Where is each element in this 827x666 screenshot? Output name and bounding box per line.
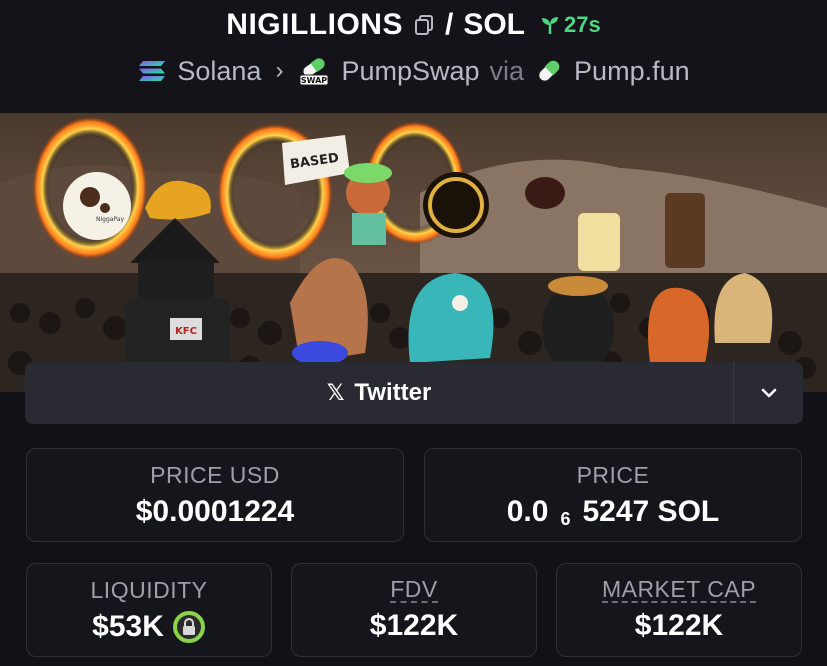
seedling-icon xyxy=(541,17,558,34)
dex-link[interactable]: PumpSwap xyxy=(341,56,479,87)
chain-link[interactable]: Solana xyxy=(177,56,261,87)
pumpswap-icon: SWAP xyxy=(299,57,329,86)
fdv-value: $122K xyxy=(369,609,459,642)
token-banner-image: NiggaPay KFC BASED xyxy=(0,113,827,392)
lock-icon[interactable] xyxy=(172,610,206,644)
fdv-label[interactable]: FDV xyxy=(390,577,438,603)
banner-logo-text: NiggaPay xyxy=(96,216,124,223)
chevron-right-icon: › xyxy=(275,57,284,84)
price-native-card: PRICE 0.0 6 5247 SOL xyxy=(424,448,802,542)
chevron-down-icon xyxy=(761,388,776,398)
fdv-card: FDV $122K xyxy=(291,563,537,657)
pair-age: 27s xyxy=(539,12,601,38)
token-symbol: NIGILLIONS xyxy=(226,8,403,41)
price-usd-card: PRICE USD $0.0001224 xyxy=(26,448,404,542)
liquidity-value-row: $53K xyxy=(92,610,206,644)
x-logo-icon: 𝕏 xyxy=(326,380,345,405)
market-cap-label[interactable]: MARKET CAP xyxy=(601,577,757,603)
liquidity-value: $53K xyxy=(92,609,164,643)
price-native-zero-count: 6 xyxy=(560,509,571,529)
price-native-suffix: 5247 SOL xyxy=(582,494,720,528)
liquidity-label: LIQUIDITY xyxy=(90,576,208,603)
token-header: NIGILLIONS / SOL 27s Solana › SWAP PumpS… xyxy=(0,0,827,113)
price-usd-value: $0.0001224 xyxy=(135,494,295,528)
twitter-label: Twitter xyxy=(354,379,432,406)
more-links-button[interactable] xyxy=(733,362,803,424)
launchpad-link[interactable]: Pump.fun xyxy=(574,56,690,87)
price-native-label: PRICE xyxy=(576,461,650,488)
solana-icon xyxy=(139,61,166,81)
price-native-prefix: 0.0 xyxy=(506,494,549,528)
social-links-bar: 𝕏 Twitter xyxy=(25,362,803,424)
liquidity-card: LIQUIDITY $53K xyxy=(26,563,272,657)
pair-title: NIGILLIONS / SOL 27s xyxy=(0,6,827,44)
pumpfun-icon xyxy=(538,60,560,82)
copy-icon[interactable] xyxy=(413,14,435,36)
swap-badge-text: SWAP xyxy=(301,76,327,85)
quote-symbol: SOL xyxy=(463,8,525,41)
market-cap-value: $122K xyxy=(634,609,724,642)
twitter-button[interactable]: 𝕏 Twitter xyxy=(25,362,733,424)
banner-kfc-text: KFC xyxy=(175,326,197,337)
pair-separator: / xyxy=(444,8,454,41)
breadcrumb: Solana › SWAP PumpSwap via Pump.fun xyxy=(0,52,827,90)
price-usd-label: PRICE USD xyxy=(150,461,280,488)
via-label: via xyxy=(489,55,525,86)
price-native-value: 0.0 6 5247 SOL xyxy=(506,494,720,530)
pair-age-text: 27s xyxy=(563,12,601,37)
market-cap-card: MARKET CAP $122K xyxy=(556,563,802,657)
